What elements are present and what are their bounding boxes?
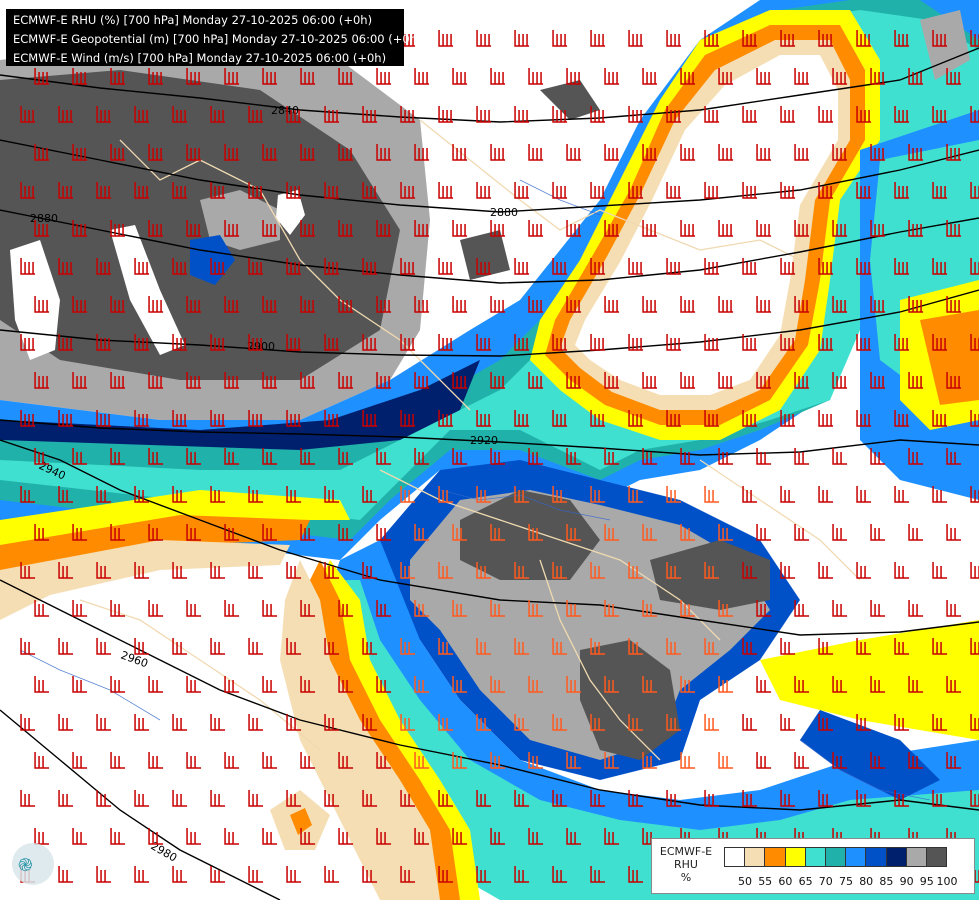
legend-title-unit: % bbox=[680, 871, 692, 884]
legend-swatch bbox=[905, 847, 927, 867]
legend-swatch bbox=[764, 847, 786, 867]
map-canvas: 2840 2880 2880 2900 2920 2940 2960 2980 bbox=[0, 0, 979, 900]
legend-title-variable: RHU bbox=[674, 858, 698, 871]
map-header: ECMWF-E RHU (%) [700 hPa] Monday 27-10-2… bbox=[6, 9, 422, 66]
legend-tick-label: 85 bbox=[879, 875, 894, 888]
humidity-field bbox=[0, 0, 979, 900]
contour-label: 2880 bbox=[30, 212, 58, 225]
header-geopotential-line: ECMWF-E Geopotential (m) [700 hPa] Monda… bbox=[13, 32, 422, 46]
legend-tick-label: 75 bbox=[839, 875, 853, 888]
contour-label: 2920 bbox=[470, 434, 498, 447]
header-rhu-line: ECMWF-E RHU (%) [700 hPa] Monday 27-10-2… bbox=[13, 13, 373, 27]
legend-swatch bbox=[744, 847, 766, 867]
legend-swatch bbox=[724, 847, 746, 867]
legend-title-model: ECMWF-E bbox=[659, 845, 713, 858]
logo-swirl-icon: ֎ bbox=[18, 855, 33, 876]
legend-swatch bbox=[804, 847, 826, 867]
legend-swatch bbox=[865, 847, 887, 867]
legend-tick-label: 90 bbox=[899, 875, 914, 888]
legend-swatch bbox=[845, 847, 867, 867]
legend-tick-label: 55 bbox=[758, 875, 773, 888]
legend-tick-label: 95 bbox=[919, 875, 934, 888]
legend-tick-label: 60 bbox=[778, 875, 793, 888]
legend-tick-label: 70 bbox=[818, 875, 833, 888]
weather-map: 2840 2880 2880 2900 2920 2940 2960 2980 … bbox=[0, 0, 979, 900]
legend-swatch bbox=[925, 847, 948, 867]
legend-swatch bbox=[885, 847, 907, 867]
legend-tick-label: 50 bbox=[738, 875, 752, 888]
header-wind-line: ECMWF-E Wind (m/s) [700 hPa] Monday 27-1… bbox=[13, 51, 387, 65]
rhu-legend: ECMWF-E RHU % 50 55 60 65 70 75 80 85 90 95 100 bbox=[651, 838, 975, 894]
legend-tick-label: 80 bbox=[859, 875, 874, 888]
legend-title: ECMWF-E RHU % bbox=[652, 845, 720, 884]
contour-label: 2880 bbox=[490, 206, 518, 219]
legend-swatch bbox=[824, 847, 847, 867]
legend-tick-label: 100 bbox=[936, 875, 958, 888]
legend-swatches bbox=[724, 847, 948, 867]
legend-swatch bbox=[784, 847, 806, 867]
legend-ticks: 50 55 60 65 70 75 80 85 90 95 100 bbox=[724, 875, 968, 889]
legend-tick-label: 65 bbox=[798, 875, 813, 888]
